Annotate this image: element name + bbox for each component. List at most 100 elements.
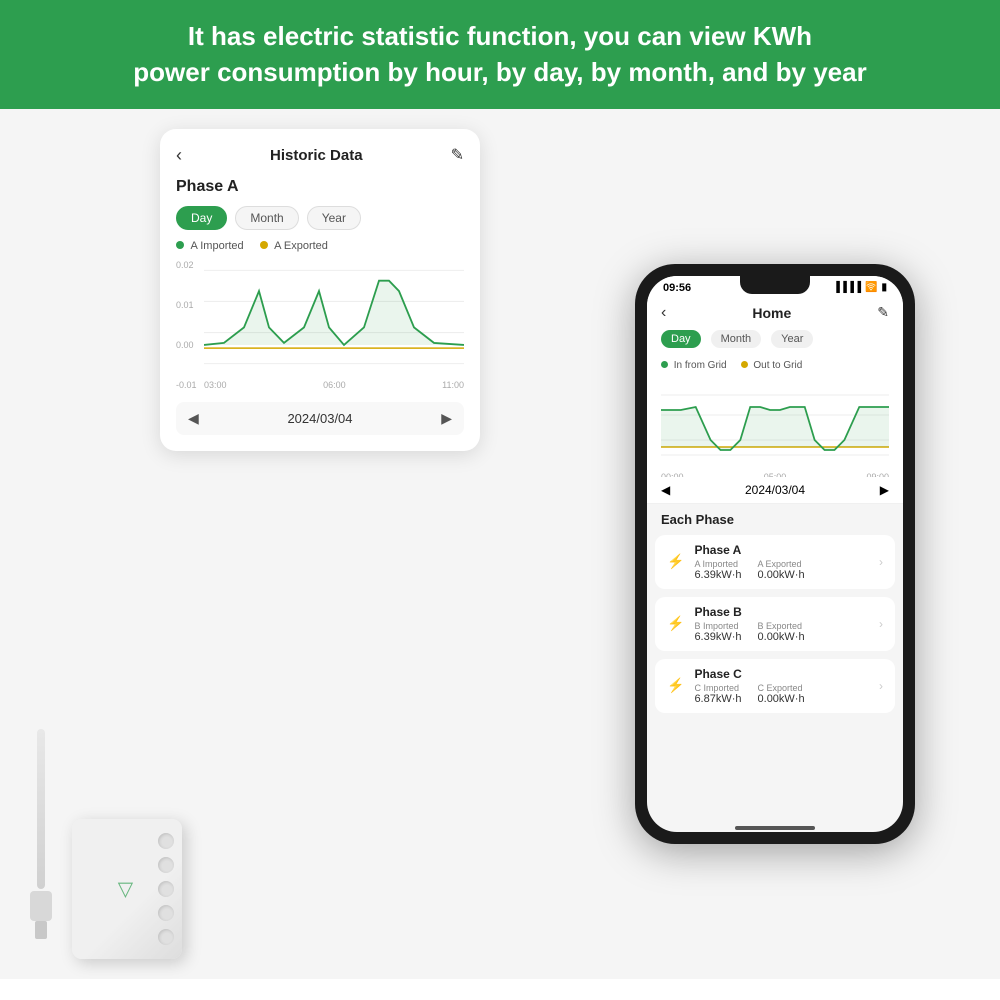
banner-line1: It has electric statistic function, you … xyxy=(188,21,812,51)
phone-date-next[interactable]: ▶ xyxy=(880,483,889,497)
phone-header-title: Home xyxy=(752,305,791,321)
home-indicator xyxy=(735,826,815,830)
antenna-base xyxy=(30,891,52,921)
card-header: ‹ Historic Data ✎ xyxy=(176,145,464,166)
router-logo-icon: ▽ xyxy=(118,876,133,901)
x-axis-labels: 03:00 06:00 11:00 xyxy=(204,380,464,390)
device-area: ▽ xyxy=(30,729,182,959)
chart-svg-wrap xyxy=(204,260,464,374)
phase-c-icon: ⚡ xyxy=(667,677,684,694)
phase-a-imported-label: A Imported xyxy=(694,559,741,569)
phase-c-values: C Imported 6.87kW·h C Exported 0.00kW·h xyxy=(694,683,869,705)
legend-in-dot xyxy=(661,361,668,368)
phase-b-icon: ⚡ xyxy=(667,615,684,632)
phase-a-icon: ⚡ xyxy=(667,553,684,570)
phase-c-exported-label: C Exported xyxy=(758,683,805,693)
phone-legend: In from Grid Out to Grid xyxy=(647,356,903,377)
phase-a-name: Phase A xyxy=(694,543,869,557)
edit-button[interactable]: ✎ xyxy=(451,145,464,165)
phone-chart: 00:00 05:00 09:00 xyxy=(647,377,903,477)
legend-exported: A Exported xyxy=(260,240,328,252)
phase-row-b[interactable]: ⚡ Phase B B Imported 6.39kW·h B Exported… xyxy=(655,597,895,651)
phase-label: Phase A xyxy=(176,178,464,196)
x-label-2: 06:00 xyxy=(323,380,346,390)
phone-legend-in: In from Grid xyxy=(661,360,727,371)
phone-date-prev[interactable]: ◀ xyxy=(661,483,670,497)
phone-tab-month[interactable]: Month xyxy=(711,330,762,348)
phase-a-imported-group: A Imported 6.39kW·h xyxy=(694,559,741,581)
date-display: 2024/03/04 xyxy=(287,411,352,426)
antenna-connector xyxy=(35,921,47,939)
phase-c-chevron: › xyxy=(879,679,883,693)
banner-text: It has electric statistic function, you … xyxy=(40,18,960,91)
phase-b-exported-label: B Exported xyxy=(758,621,805,631)
phase-c-name: Phase C xyxy=(694,667,869,681)
phase-a-chevron: › xyxy=(879,555,883,569)
tab-row: Day Month Year xyxy=(176,206,464,230)
phase-c-imported-label: C Imported xyxy=(694,683,741,693)
phase-b-exported-group: B Exported 0.00kW·h xyxy=(758,621,805,643)
phase-c-exported-group: C Exported 0.00kW·h xyxy=(758,683,805,705)
tab-year[interactable]: Year xyxy=(307,206,361,230)
phase-b-info: Phase B B Imported 6.39kW·h B Exported 0… xyxy=(694,605,869,643)
router-button-3 xyxy=(158,881,174,897)
router-button-4 xyxy=(158,905,174,921)
phase-b-name: Phase B xyxy=(694,605,869,619)
phase-c-exported-value: 0.00kW·h xyxy=(758,693,805,705)
phase-a-exported-value: 0.00kW·h xyxy=(758,569,805,581)
phase-b-values: B Imported 6.39kW·h B Exported 0.00kW·h xyxy=(694,621,869,643)
banner-line2: power consumption by hour, by day, by mo… xyxy=(133,57,866,87)
phase-b-imported-label: B Imported xyxy=(694,621,741,631)
phone-notch xyxy=(740,276,810,294)
tab-day[interactable]: Day xyxy=(176,206,227,230)
phase-a-values: A Imported 6.39kW·h A Exported 0.00kW·h xyxy=(694,559,869,581)
legend-out-dot xyxy=(741,361,748,368)
router-button-1 xyxy=(158,833,174,849)
phase-b-imported-group: B Imported 6.39kW·h xyxy=(694,621,741,643)
x-label-3: 11:00 xyxy=(442,380,464,390)
card-title: Historic Data xyxy=(270,147,363,164)
status-icons: ▐▐▐▐ 🛜 ▮ xyxy=(833,282,887,293)
phase-c-imported-group: C Imported 6.87kW·h xyxy=(694,683,741,705)
phone-app-header: ‹ Home ✎ xyxy=(647,298,903,330)
phone-edit-button[interactable]: ✎ xyxy=(877,304,889,321)
y-label-2: 0.00 xyxy=(176,340,204,350)
legend-in-label: In from Grid xyxy=(674,360,727,371)
x-label-1: 03:00 xyxy=(204,380,227,390)
chart-svg xyxy=(204,260,464,374)
y-label-3: 0.01 xyxy=(176,300,204,310)
status-time: 09:56 xyxy=(663,282,691,294)
phone-date-nav: ◀ 2024/03/04 ▶ xyxy=(647,477,903,504)
phone-mockup: 09:56 ▐▐▐▐ 🛜 ▮ ‹ Home ✎ Day Month xyxy=(635,264,915,844)
phase-a-imported-value: 6.39kW·h xyxy=(694,569,741,581)
phone-legend-out: Out to Grid xyxy=(741,360,803,371)
phone-tab-year[interactable]: Year xyxy=(771,330,813,348)
phone-back-button[interactable]: ‹ xyxy=(661,304,666,322)
router-box: ▽ xyxy=(72,819,182,959)
back-button[interactable]: ‹ xyxy=(176,145,182,166)
phase-c-imported-value: 6.87kW·h xyxy=(694,693,741,705)
phase-a-info: Phase A A Imported 6.39kW·h A Exported 0… xyxy=(694,543,869,581)
phone-tab-day[interactable]: Day xyxy=(661,330,701,348)
date-next-button[interactable]: ▶ xyxy=(441,410,452,427)
phone-chart-svg xyxy=(661,385,889,465)
date-nav: ◀ 2024/03/04 ▶ xyxy=(176,402,464,435)
phase-row-a[interactable]: ⚡ Phase A A Imported 6.39kW·h A Exported… xyxy=(655,535,895,589)
y-label-4: 0.02 xyxy=(176,260,204,270)
legend-row: A Imported A Exported xyxy=(176,240,464,252)
phone-date-display: 2024/03/04 xyxy=(745,483,805,497)
phase-b-exported-value: 0.00kW·h xyxy=(758,631,805,643)
phase-b-imported-value: 6.39kW·h xyxy=(694,631,741,643)
chart-area: 0.02 0.01 0.00 -0.01 xyxy=(176,260,464,390)
phone-screen: 09:56 ▐▐▐▐ 🛜 ▮ ‹ Home ✎ Day Month xyxy=(647,276,903,832)
tab-month[interactable]: Month xyxy=(235,206,298,230)
legend-imported: A Imported xyxy=(176,240,244,252)
legend-out-label: Out to Grid xyxy=(753,360,802,371)
phase-row-c[interactable]: ⚡ Phase C C Imported 6.87kW·h C Exported… xyxy=(655,659,895,713)
banner: It has electric statistic function, you … xyxy=(0,0,1000,109)
phone-tab-row: Day Month Year xyxy=(647,330,903,356)
phase-c-info: Phase C C Imported 6.87kW·h C Exported 0… xyxy=(694,667,869,705)
phase-a-exported-group: A Exported 0.00kW·h xyxy=(758,559,805,581)
date-prev-button[interactable]: ◀ xyxy=(188,410,199,427)
antenna xyxy=(30,729,52,939)
